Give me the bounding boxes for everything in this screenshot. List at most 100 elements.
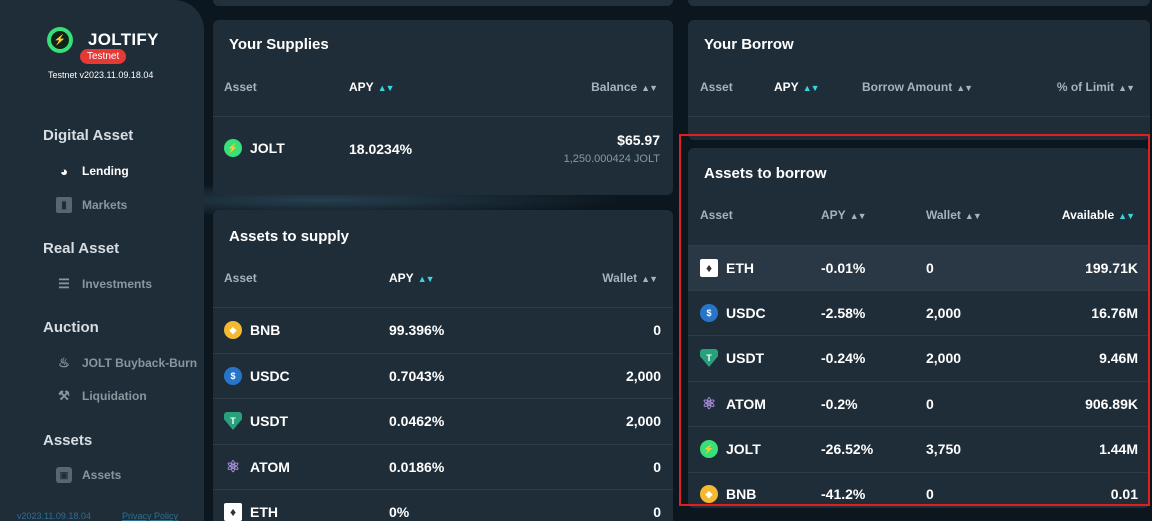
eth-coin-icon: ♦ xyxy=(224,503,242,521)
sidebar-item-liquidation[interactable]: ⚒ Liquidation xyxy=(56,388,147,404)
sidebar: ⚡ JOLTIFY Testnet Testnet v2023.11.09.18… xyxy=(0,0,204,521)
column-header-asset: Asset xyxy=(224,271,257,285)
column-header-apy[interactable]: APY ▲▼ xyxy=(389,271,435,285)
wallet-value: 0 xyxy=(926,260,934,276)
wallet-value: 0 xyxy=(926,396,934,412)
table-row[interactable]: ⚛ ATOM -0.2% 0 906.89K xyxy=(688,381,1150,426)
testnet-badge: Testnet xyxy=(80,49,127,64)
column-header-apy[interactable]: APY ▲▼ xyxy=(349,80,395,94)
eth-coin-icon: ♦ xyxy=(700,259,718,277)
sidebar-item-label: Liquidation xyxy=(82,389,147,403)
wallet-value: 2,000 xyxy=(625,413,661,429)
joltify-logo-icon[interactable]: ⚡ xyxy=(47,27,73,53)
sort-arrows-icon: ▲▼ xyxy=(802,83,820,93)
usdt-coin-icon: T xyxy=(700,349,718,367)
wallet-value: 2,000 xyxy=(625,368,661,384)
panel-title: Your Supplies xyxy=(229,36,329,53)
your-supplies-panel: Your Supplies Asset APY ▲▼ Balance ▲▼ ⚡ JOL… xyxy=(213,20,673,195)
table-row[interactable]: $ USDC 0.7043% 2,000 xyxy=(213,353,673,398)
sidebar-item-assets[interactable]: ▣ Assets xyxy=(56,467,121,483)
wallet-value: 2,000 xyxy=(926,305,962,321)
table-row[interactable]: ◆ BNB -41.2% 0 0.01 xyxy=(688,472,1150,508)
section-real-asset: Real Asset xyxy=(43,240,120,257)
sidebar-item-label: Assets xyxy=(82,468,122,482)
column-header-limit[interactable]: % of Limit ▲▼ xyxy=(1057,80,1135,94)
apy-value: -2.58% xyxy=(821,305,866,321)
column-header-borrow-amount[interactable]: Borrow Amount ▲▼ xyxy=(862,80,973,94)
section-assets: Assets xyxy=(43,432,93,449)
usdt-coin-icon: T xyxy=(224,412,242,430)
table-row[interactable]: ♦ ETH -0.01% 0 199.71K xyxy=(688,245,1150,290)
column-header-available[interactable]: Available ▲▼ xyxy=(1062,208,1135,222)
available-value: 16.76M xyxy=(1091,305,1138,321)
sidebar-item-label: Markets xyxy=(82,198,128,212)
section-digital-asset: Digital Asset xyxy=(43,127,134,144)
usdc-coin-icon: $ xyxy=(224,367,242,385)
sidebar-item-buyback-burn[interactable]: ♨ JOLT Buyback-Burn xyxy=(56,355,197,371)
column-header-wallet[interactable]: Wallet ▲▼ xyxy=(926,208,982,222)
flame-icon: ♨ xyxy=(58,355,70,370)
balance-sub-value: 1,250.000424 JOLT xyxy=(563,153,660,165)
apy-value: -0.2% xyxy=(821,396,858,412)
available-value: 1.44M xyxy=(1099,441,1138,457)
apy-value: 0.7043% xyxy=(389,368,445,384)
sidebar-item-markets[interactable]: ▮ Markets xyxy=(56,197,127,213)
apy-value: 0% xyxy=(389,504,410,520)
table-row[interactable]: ◆ BNB 99.396% 0 xyxy=(213,307,673,353)
sort-arrows-icon: ▲▼ xyxy=(1118,83,1135,93)
table-row[interactable]: ⚡ JOLT 18.0234% $65.97 1,250.000424 JOLT xyxy=(213,116,673,195)
sidebar-item-label: Investments xyxy=(82,277,153,291)
table-row[interactable]: T USDT -0.24% 2,000 9.46M xyxy=(688,335,1150,381)
available-value: 9.46M xyxy=(1099,350,1138,366)
sort-arrows-icon: ▲▼ xyxy=(641,83,658,93)
apy-value: 99.396% xyxy=(389,322,445,338)
wallet-value: 0 xyxy=(653,504,661,520)
column-header-asset: Asset xyxy=(700,208,733,222)
available-value: 199.71K xyxy=(1085,260,1138,276)
assets-to-borrow-panel: Assets to borrow Asset APY ▲▼ Wallet ▲▼ Av… xyxy=(688,148,1150,508)
atom-coin-icon: ⚛ xyxy=(701,396,717,413)
sidebar-item-lending[interactable]: ◕ Lending xyxy=(56,163,129,179)
assets-to-supply-panel: Assets to supply Asset APY ▲▼ Wallet ▲▼ ◆ B… xyxy=(213,210,673,521)
sidebar-item-label: JOLT Buyback-Burn xyxy=(82,356,198,370)
table-row[interactable]: ♦ ETH 0% 0 xyxy=(213,489,673,521)
atom-coin-icon: ⚛ xyxy=(225,459,241,476)
apy-value: 18.0234% xyxy=(349,141,413,157)
pie-chart-icon: ◕ xyxy=(60,163,68,179)
top-strip-right xyxy=(688,0,1150,6)
wallet-icon: ▣ xyxy=(56,467,72,483)
column-header-apy[interactable]: APY ▲▼ xyxy=(821,208,867,222)
column-header-balance[interactable]: Balance ▲▼ xyxy=(591,80,658,94)
column-header-wallet[interactable]: Wallet ▲▼ xyxy=(602,271,658,285)
table-divider xyxy=(688,116,1150,140)
table-row[interactable]: ⚛ ATOM 0.0186% 0 xyxy=(213,444,673,489)
table-row[interactable]: $ USDC -2.58% 2,000 16.76M xyxy=(688,290,1150,335)
sort-arrows-icon: ▲▼ xyxy=(964,211,982,221)
version-text: Testnet v2023.11.09.18.04 xyxy=(48,70,154,80)
apy-value: -26.52% xyxy=(821,441,874,457)
column-header-apy[interactable]: APY ▲▼ xyxy=(774,80,820,94)
sort-arrows-icon: ▲▼ xyxy=(849,211,867,221)
wallet-value: 0 xyxy=(926,486,934,502)
brand-name: JOLTIFY xyxy=(88,30,159,49)
sort-arrows-icon: ▲▼ xyxy=(417,274,435,284)
privacy-policy-link[interactable]: Privacy Policy xyxy=(122,511,178,521)
sort-arrows-icon: ▲▼ xyxy=(377,83,395,93)
sidebar-item-investments[interactable]: ☰ Investments xyxy=(56,276,152,292)
column-header-asset: Asset xyxy=(224,80,257,94)
wallet-value: 0 xyxy=(653,459,661,475)
table-row[interactable]: T USDT 0.0462% 2,000 xyxy=(213,398,673,444)
bar-chart-icon: ▮ xyxy=(56,197,72,213)
usdc-coin-icon: $ xyxy=(700,304,718,322)
your-borrow-panel: Your Borrow Asset APY ▲▼ Borrow Amount ▲▼ … xyxy=(688,20,1150,140)
balance-value: $65.97 xyxy=(617,132,660,148)
wallet-value: 3,750 xyxy=(926,441,962,457)
table-row[interactable]: ⚡ JOLT -26.52% 3,750 1.44M xyxy=(688,426,1150,472)
apy-value: -41.2% xyxy=(821,486,866,502)
gavel-icon: ⚒ xyxy=(58,388,70,403)
top-strip-left xyxy=(213,0,673,6)
apy-value: -0.01% xyxy=(821,260,866,276)
apy-value: 0.0186% xyxy=(389,459,445,475)
panel-title: Your Borrow xyxy=(704,36,794,53)
sort-arrows-icon: ▲▼ xyxy=(956,83,973,93)
